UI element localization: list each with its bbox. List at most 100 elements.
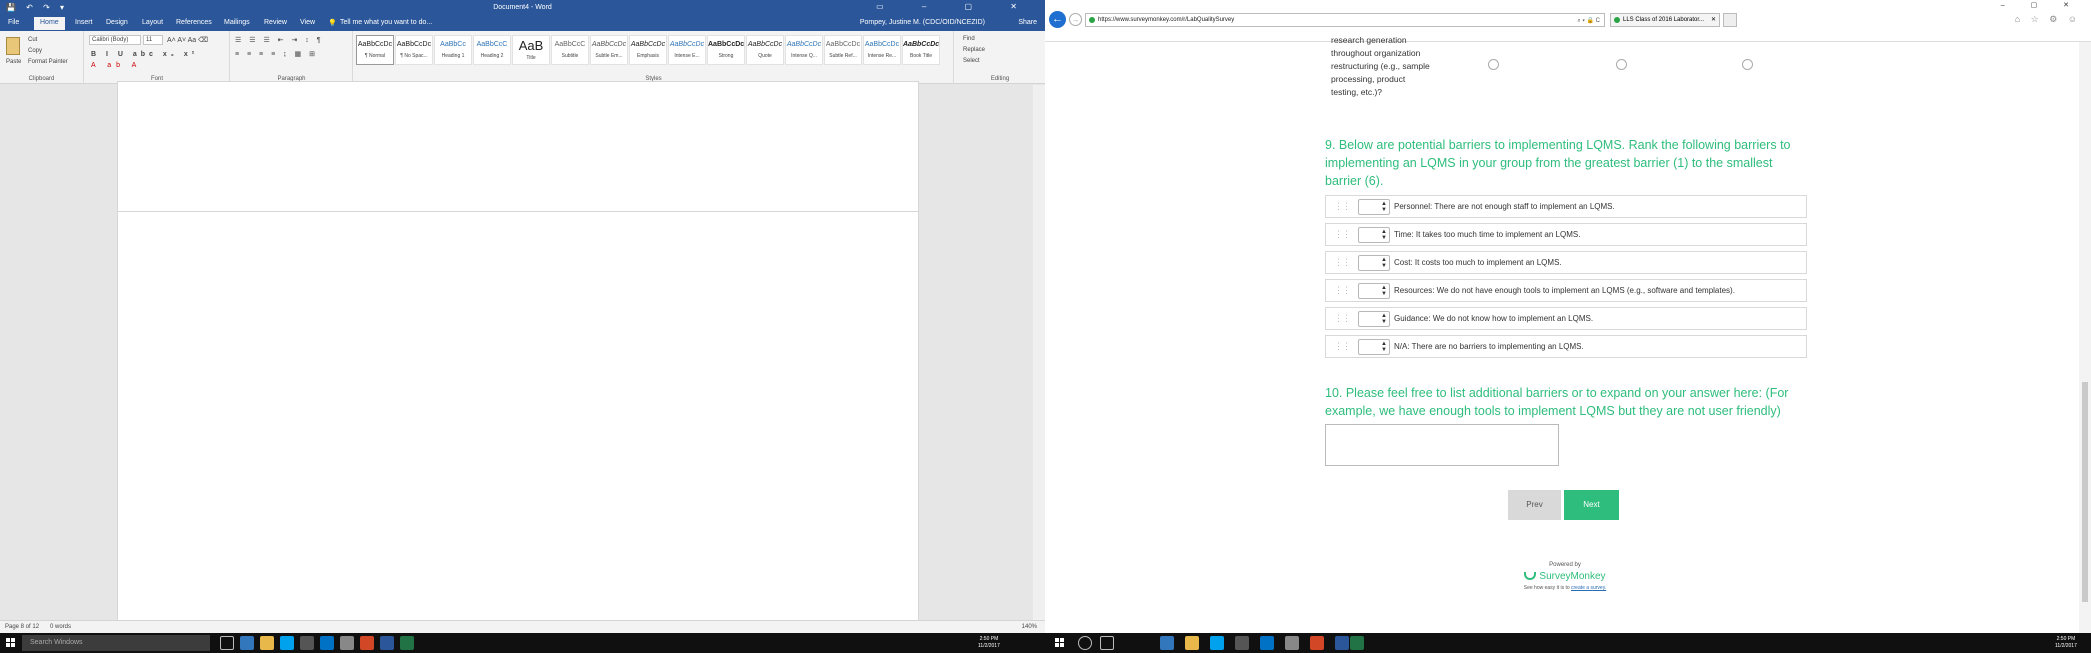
app-icon[interactable] — [300, 636, 314, 650]
replace-button[interactable]: Replace — [963, 47, 985, 53]
rank-select[interactable]: ▲ ▼ — [1358, 311, 1390, 327]
style-tile[interactable]: AaBbCcC Subtitle — [551, 35, 589, 65]
powerpoint-icon[interactable] — [360, 636, 374, 650]
find-button[interactable]: Find — [963, 36, 975, 42]
task-view-icon[interactable] — [220, 636, 234, 650]
taskbar-clock[interactable]: 2:50 PM 11/2/2017 — [2055, 636, 2077, 650]
font-size-select[interactable]: 11 — [143, 35, 163, 45]
drag-handle-icon[interactable]: ⋮⋮ — [1334, 341, 1351, 352]
excel-icon[interactable] — [1350, 636, 1364, 650]
vertical-scrollbar[interactable] — [1033, 85, 1045, 620]
tab-design[interactable]: Design — [106, 19, 128, 26]
new-tab-button[interactable] — [1723, 13, 1737, 27]
tab-layout[interactable]: Layout — [142, 19, 163, 26]
file-explorer-icon[interactable] — [1185, 636, 1199, 650]
rank-row[interactable]: ⋮⋮ ▲ ▼ Resources: We do not have enough t… — [1325, 279, 1807, 302]
rank-select[interactable]: ▲ ▼ — [1358, 255, 1390, 271]
app-icon[interactable] — [340, 636, 354, 650]
back-arrow-icon[interactable]: ← — [1049, 11, 1066, 28]
select-button[interactable]: Select — [963, 58, 980, 64]
address-bar[interactable]: https://www.surveymonkey.com/r/LabQualit… — [1085, 13, 1605, 27]
rank-row[interactable]: ⋮⋮ ▲ ▼ Personnel: There are not enough st… — [1325, 195, 1807, 218]
font-color-icon[interactable]: A ab A — [91, 62, 141, 69]
bold-italic-underline-icon[interactable]: B I U abc x₂ x² — [91, 51, 198, 58]
outlook-icon[interactable] — [320, 636, 334, 650]
word-icon[interactable] — [380, 636, 394, 650]
address-actions-icon[interactable]: ⌕ ▾ 🔒 C — [1577, 17, 1600, 25]
style-tile[interactable]: AaBbCcDc Subtle Em... — [590, 35, 628, 65]
rank-select[interactable]: ▲ ▼ — [1358, 199, 1390, 215]
outlook-icon[interactable] — [1260, 636, 1274, 650]
radio-button[interactable] — [1742, 59, 1753, 70]
radio-button[interactable] — [1488, 59, 1499, 70]
style-tile[interactable]: AaBbCcDc Emphasis — [629, 35, 667, 65]
word-count[interactable]: 0 words — [50, 624, 71, 630]
style-tile[interactable]: AaBbCcDc ¶ No Spac... — [395, 35, 433, 65]
tab-view[interactable]: View — [300, 19, 315, 26]
paste-button[interactable]: Paste — [6, 59, 21, 65]
format-painter-button[interactable]: Format Painter — [28, 59, 68, 65]
style-tile[interactable]: AaBbCcC Heading 2 — [473, 35, 511, 65]
style-tile[interactable]: AaB Title — [512, 35, 550, 65]
edge-browser-icon[interactable] — [1160, 636, 1174, 650]
windows-start-icon[interactable] — [6, 638, 15, 647]
user-account[interactable]: Pompey, Justine M. (CDC/OID/NCEZID) — [860, 19, 985, 26]
rank-row[interactable]: ⋮⋮ ▲ ▼ Time: It takes too much time to im… — [1325, 223, 1807, 246]
drag-handle-icon[interactable]: ⋮⋮ — [1334, 285, 1351, 296]
style-tile[interactable]: AaBbCcDc Strong — [707, 35, 745, 65]
word-window-controls[interactable]: ▭ – ▢ ✕ — [876, 2, 1035, 11]
skype-icon[interactable] — [280, 636, 294, 650]
rank-select[interactable]: ▲ ▼ — [1358, 283, 1390, 299]
drag-handle-icon[interactable]: ⋮⋮ — [1334, 257, 1351, 268]
scrollbar-thumb[interactable] — [2082, 382, 2088, 602]
font-name-select[interactable]: Calibri (Body) — [89, 35, 141, 45]
font-grow-shrink-icon[interactable]: A˄ A˅ Aa ⌫ — [167, 36, 208, 44]
document-page[interactable] — [117, 211, 919, 631]
tab-review[interactable]: Review — [264, 19, 287, 26]
cut-button[interactable]: Cut — [28, 37, 37, 43]
style-tile[interactable]: AaBbCcDc Book Title — [902, 35, 940, 65]
prev-button[interactable]: Prev — [1508, 490, 1561, 520]
create-survey-link[interactable]: create a survey. — [1571, 585, 1606, 591]
style-tile[interactable]: AaBbCc Heading 1 — [434, 35, 472, 65]
list-icons[interactable]: ☰ ☰ ☰ ⇤ ⇥ ↕ ¶ — [235, 36, 324, 44]
tab-references[interactable]: References — [176, 19, 212, 26]
tab-file[interactable]: File — [8, 19, 19, 26]
zoom-level[interactable]: 140% — [1022, 624, 1037, 630]
paste-icon[interactable] — [6, 37, 20, 55]
file-explorer-icon[interactable] — [260, 636, 274, 650]
tab-insert[interactable]: Insert — [75, 19, 93, 26]
next-button[interactable]: Next — [1564, 490, 1619, 520]
browser-tools-icons[interactable]: ⌂ ☆ ⚙ ☺ — [2015, 14, 2081, 25]
word-icon[interactable] — [1335, 636, 1349, 650]
drag-handle-icon[interactable]: ⋮⋮ — [1334, 313, 1351, 324]
radio-button[interactable] — [1616, 59, 1627, 70]
style-tile[interactable]: AaBbCcDc Intense Q... — [785, 35, 823, 65]
rank-row[interactable]: ⋮⋮ ▲ ▼ Guidance: We do not know how to im… — [1325, 307, 1807, 330]
rank-row[interactable]: ⋮⋮ ▲ ▼ N/A: There are no barriers to impl… — [1325, 335, 1807, 358]
style-tile[interactable]: AaBbCcDc Intense Re... — [863, 35, 901, 65]
copy-button[interactable]: Copy — [28, 48, 42, 54]
surveymonkey-logo[interactable]: SurveyMonkey — [1495, 571, 1635, 582]
edge-browser-icon[interactable] — [240, 636, 254, 650]
close-tab-icon[interactable]: ✕ — [1711, 16, 1716, 23]
style-tile[interactable]: AaBbCcDc Subtle Ref... — [824, 35, 862, 65]
drag-handle-icon[interactable]: ⋮⋮ — [1334, 229, 1351, 240]
page-scrollbar[interactable] — [2079, 42, 2091, 633]
page-count[interactable]: Page 8 of 12 — [5, 624, 39, 630]
tab-mailings[interactable]: Mailings — [224, 19, 250, 26]
powerpoint-icon[interactable] — [1310, 636, 1324, 650]
browser-tab[interactable]: LLS Class of 2016 Laborator... ✕ — [1610, 13, 1720, 27]
skype-icon[interactable] — [1210, 636, 1224, 650]
forward-arrow-icon[interactable]: → — [1069, 13, 1082, 26]
taskbar-clock[interactable]: 2:50 PM 11/2/2017 — [978, 636, 1000, 650]
taskbar-search-box[interactable]: Search Windows — [22, 635, 210, 651]
windows-start-icon[interactable] — [1055, 638, 1064, 647]
app-icon[interactable] — [1235, 636, 1249, 650]
style-tile[interactable]: AaBbCcDc Quote — [746, 35, 784, 65]
additional-barriers-textarea[interactable] — [1325, 424, 1559, 466]
rank-row[interactable]: ⋮⋮ ▲ ▼ Cost: It costs too much to impleme… — [1325, 251, 1807, 274]
excel-icon[interactable] — [400, 636, 414, 650]
browser-window-controls[interactable]: – ▢ ✕ — [2001, 1, 2081, 9]
app-icon[interactable] — [1285, 636, 1299, 650]
